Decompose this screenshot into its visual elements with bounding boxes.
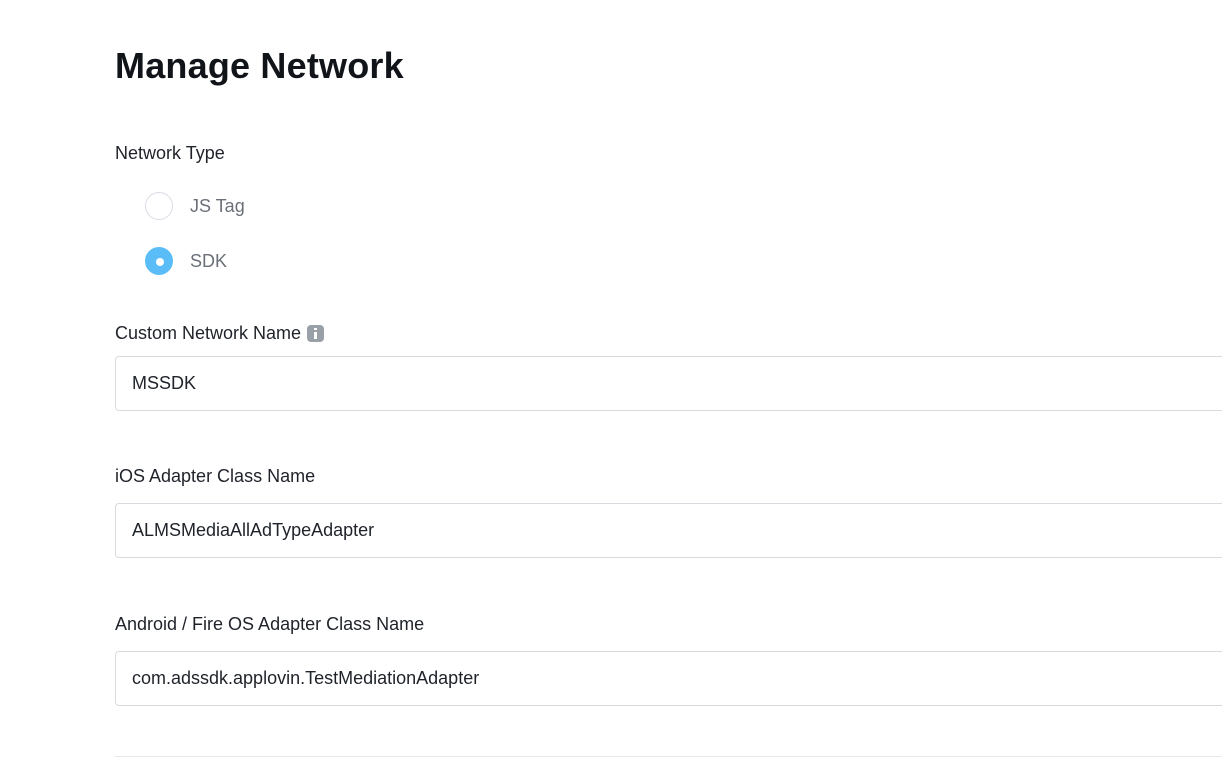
android-adapter-label: Android / Fire OS Adapter Class Name: [115, 614, 425, 634]
radio-label-js-tag[interactable]: JS Tag: [190, 196, 245, 217]
radio-option-sdk[interactable]: SDK: [145, 247, 227, 275]
radio-button-js-tag[interactable]: [145, 192, 173, 220]
radio-label-sdk[interactable]: SDK: [190, 251, 227, 272]
custom-network-name-label: Custom Network Name: [115, 323, 302, 343]
section-divider: [115, 756, 1222, 757]
network-type-label: Network Type: [115, 143, 225, 163]
radio-option-js-tag[interactable]: JS Tag: [145, 192, 245, 220]
ios-adapter-class-input[interactable]: [115, 503, 1222, 558]
custom-network-name-label-row: Custom Network Name: [115, 322, 325, 344]
ios-adapter-label: iOS Adapter Class Name: [115, 466, 316, 486]
info-icon[interactable]: [307, 324, 325, 342]
android-adapter-class-input[interactable]: [115, 651, 1222, 706]
page-title: Manage Network: [115, 45, 404, 86]
radio-button-sdk[interactable]: [145, 247, 173, 275]
custom-network-name-input[interactable]: [115, 356, 1222, 411]
manage-network-page: Manage Network Network Type JS Tag SDK C…: [0, 0, 1222, 778]
